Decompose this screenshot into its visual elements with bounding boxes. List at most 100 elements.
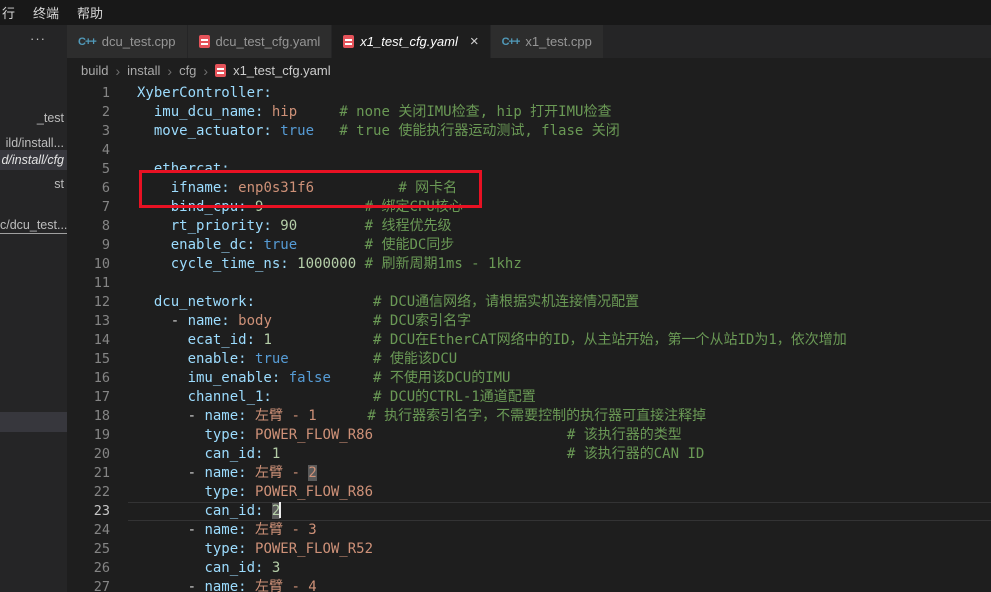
code-lines: 1XyberController:2 imu_dcu_name: hip # n… <box>67 83 991 592</box>
code-line: 2 imu_dcu_name: hip # none 关闭IMU检查, hip … <box>67 103 991 122</box>
code-line-text[interactable]: - name: body # DCU索引名字 <box>137 312 991 331</box>
code-editor[interactable]: 1XyberController:2 imu_dcu_name: hip # n… <box>67 83 991 592</box>
code-line: 6 ifname: enp0s31f6 # 网卡名 <box>67 179 991 198</box>
menu-item[interactable]: 帮助 <box>75 3 113 22</box>
code-line-text[interactable]: can_id: 3 <box>137 559 991 578</box>
breadcrumb-folder[interactable]: build <box>81 63 108 78</box>
code-line: 5 ethercat: <box>67 160 991 179</box>
code-line-text[interactable] <box>137 141 991 160</box>
code-line: 25 type: POWER_FLOW_R52 <box>67 540 991 559</box>
sidebar-item[interactable]: d/install/cfg <box>0 150 67 170</box>
yaml-file-icon <box>343 35 354 48</box>
chevron-right-icon: › <box>203 63 208 79</box>
line-number: 9 <box>67 236 137 255</box>
line-number: 12 <box>67 293 137 312</box>
code-line: 27 - name: 左臂 - 4 <box>67 578 991 592</box>
code-line-text[interactable]: ecat_id: 1 # DCU在EtherCAT网络中的ID，从主站开始，第一… <box>137 331 991 350</box>
tab-x1_test_cfg.yaml[interactable]: x1_test_cfg.yaml× <box>332 25 490 58</box>
code-line: 4 <box>67 141 991 160</box>
code-line-text[interactable]: XyberController: <box>137 84 991 103</box>
code-line: 11 <box>67 274 991 293</box>
sidebar-item[interactable]: _test <box>37 110 64 126</box>
code-line-text[interactable] <box>137 274 991 293</box>
sidebar-item[interactable] <box>0 412 67 432</box>
menu-item[interactable]: 行 <box>0 3 25 22</box>
code-line: 17 channel_1: # DCU的CTRL-1通道配置 <box>67 388 991 407</box>
code-line-text[interactable]: channel_1: # DCU的CTRL-1通道配置 <box>137 388 991 407</box>
line-number: 6 <box>67 179 137 198</box>
code-line-text[interactable]: type: POWER_FLOW_R86 # 该执行器的类型 <box>137 426 991 445</box>
code-line-text[interactable]: - name: 左臂 - 3 <box>137 521 991 540</box>
editor-group: C++ dcu_test.cpp dcu_test_cfg.yaml x1_test_… <box>67 25 991 592</box>
line-number: 25 <box>67 540 137 559</box>
tab-bar: C++ dcu_test.cpp dcu_test_cfg.yaml x1_test_… <box>67 25 991 58</box>
line-number: 23 <box>67 502 137 521</box>
code-line: 7 bind_cpu: 9 # 绑定CPU核心 <box>67 198 991 217</box>
code-line: 9 enable_dc: true # 使能DC同步 <box>67 236 991 255</box>
code-line-text[interactable]: type: POWER_FLOW_R86 <box>137 483 991 502</box>
line-number: 2 <box>67 103 137 122</box>
line-number: 7 <box>67 198 137 217</box>
sidebar-item[interactable]: c/dcu_test... <box>0 217 67 234</box>
code-line-text[interactable]: move_actuator: true # true 使能执行器运动测试, fl… <box>137 122 991 141</box>
code-line: 16 imu_enable: false # 不使用该DCU的IMU <box>67 369 991 388</box>
code-line-text[interactable]: can_id: 1 # 该执行器的CAN ID <box>137 445 991 464</box>
breadcrumb: build›install›cfg›x1_test_cfg.yaml <box>67 58 991 83</box>
code-line-text[interactable]: ethercat: <box>137 160 991 179</box>
code-line-text[interactable]: bind_cpu: 9 # 绑定CPU核心 <box>137 198 991 217</box>
breadcrumb-folder[interactable]: cfg <box>179 63 196 78</box>
menu-bar: 行终端帮助 <box>0 0 991 25</box>
code-line: 21 - name: 左臂 - 2 <box>67 464 991 483</box>
line-number: 19 <box>67 426 137 445</box>
line-number: 3 <box>67 122 137 141</box>
line-number: 8 <box>67 217 137 236</box>
more-actions-icon[interactable]: ··· <box>30 31 46 46</box>
line-number: 11 <box>67 274 137 293</box>
line-number: 14 <box>67 331 137 350</box>
sidebar: ··· _test ild/install...d/install/cfg st c/… <box>0 25 67 592</box>
code-line-text[interactable]: can_id: 2 <box>137 502 991 521</box>
code-line: 24 - name: 左臂 - 3 <box>67 521 991 540</box>
line-number: 21 <box>67 464 137 483</box>
tab-dcu_test_cfg.yaml[interactable]: dcu_test_cfg.yaml <box>188 25 333 58</box>
code-line-text[interactable]: imu_dcu_name: hip # none 关闭IMU检查, hip 打开… <box>137 103 991 122</box>
tab-dcu_test.cpp[interactable]: C++ dcu_test.cpp <box>67 25 188 58</box>
code-line: 3 move_actuator: true # true 使能执行器运动测试, … <box>67 122 991 141</box>
tab-x1_test.cpp[interactable]: C++ x1_test.cpp <box>491 25 604 58</box>
code-line: 15 enable: true # 使能该DCU <box>67 350 991 369</box>
line-number: 13 <box>67 312 137 331</box>
code-line-text[interactable]: enable_dc: true # 使能DC同步 <box>137 236 991 255</box>
breadcrumb-file[interactable]: x1_test_cfg.yaml <box>233 63 331 78</box>
code-line-text[interactable]: type: POWER_FLOW_R52 <box>137 540 991 559</box>
main-area: ··· _test ild/install...d/install/cfg st c/… <box>0 25 991 592</box>
tab-label: x1_test.cpp <box>525 34 592 49</box>
text-cursor <box>279 502 281 518</box>
tab-label: dcu_test.cpp <box>102 34 176 49</box>
code-line-text[interactable]: - name: 左臂 - 4 <box>137 578 991 592</box>
code-line-text[interactable]: enable: true # 使能该DCU <box>137 350 991 369</box>
code-line-text[interactable]: dcu_network: # DCU通信网络，请根据实机连接情况配置 <box>137 293 991 312</box>
code-line-text[interactable]: imu_enable: false # 不使用该DCU的IMU <box>137 369 991 388</box>
sidebar-item[interactable]: st <box>54 176 64 192</box>
yaml-file-icon <box>215 64 226 77</box>
tab-label: dcu_test_cfg.yaml <box>216 34 321 49</box>
code-line: 18 - name: 左臂 - 1 # 执行器索引名字，不需要控制的执行器可直接… <box>67 407 991 426</box>
code-line-text[interactable]: rt_priority: 90 # 线程优先级 <box>137 217 991 236</box>
cpp-file-icon: C++ <box>502 36 520 48</box>
line-number: 18 <box>67 407 137 426</box>
code-line-text[interactable]: - name: 左臂 - 2 <box>137 464 991 483</box>
code-line: 12 dcu_network: # DCU通信网络，请根据实机连接情况配置 <box>67 293 991 312</box>
chevron-right-icon: › <box>115 63 120 79</box>
close-icon[interactable]: × <box>470 34 479 49</box>
code-line: 23 can_id: 2 <box>67 502 991 521</box>
code-line-text[interactable]: - name: 左臂 - 1 # 执行器索引名字，不需要控制的执行器可直接注释掉 <box>137 407 991 426</box>
breadcrumb-folder[interactable]: install <box>127 63 160 78</box>
code-line-text[interactable]: ifname: enp0s31f6 # 网卡名 <box>137 179 991 198</box>
yaml-file-icon <box>199 35 210 48</box>
menu-item[interactable]: 终端 <box>31 3 69 22</box>
line-number: 1 <box>67 84 137 103</box>
code-line: 22 type: POWER_FLOW_R86 <box>67 483 991 502</box>
cpp-file-icon: C++ <box>78 36 96 48</box>
sidebar-item[interactable]: ild/install... <box>6 135 64 151</box>
code-line-text[interactable]: cycle_time_ns: 1000000 # 刷新周期1ms - 1khz <box>137 255 991 274</box>
